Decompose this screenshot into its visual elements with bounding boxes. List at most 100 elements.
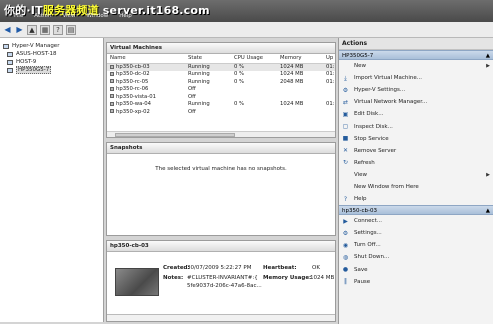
- help-icon[interactable]: ?: [53, 24, 63, 35]
- vm-row[interactable]: hp350-rc-05 Running 0 % 2048 MB 01:: [107, 78, 335, 86]
- action-item[interactable]: ✕ Remove Server: [339, 145, 493, 157]
- vm-name: hp350-wa-04: [116, 101, 151, 108]
- vm-row-selected[interactable]: hp350-cb-03 Running 0 % 1024 MB 01:: [107, 63, 335, 71]
- menu-file[interactable]: File: [14, 13, 23, 22]
- action-item[interactable]: ⤓ Import Virtual Machine...: [339, 72, 493, 84]
- collapse-icon[interactable]: ▲: [486, 51, 490, 59]
- tree-root[interactable]: Hyper-V Manager: [0, 42, 103, 50]
- pane-header: Virtual Machines: [107, 43, 335, 54]
- vm-name-cell: hp350-xp-02: [107, 108, 185, 116]
- center-panel: Virtual Machines Name State CPU Usage Me…: [106, 40, 336, 322]
- details-tabs-bar[interactable]: [107, 314, 335, 321]
- tree-host-item-selected[interactable]: HP350G5-7: [0, 66, 103, 74]
- action-item[interactable]: New ▶: [339, 60, 493, 72]
- vm-name: hp350-vista-01: [116, 93, 156, 100]
- vm-icon: [110, 86, 114, 91]
- action-item[interactable]: ⇄ Virtual Network Manager...: [339, 96, 493, 108]
- action-item[interactable]: ▣ Edit Disk...: [339, 108, 493, 120]
- action-item[interactable]: ▶ Connect...: [339, 215, 493, 227]
- host-action-list: New ▶ ⤓ Import Virtual Machine... ⚙ Hyper-V S…: [339, 60, 493, 205]
- action-label: New Window from Here: [354, 183, 419, 190]
- action-item[interactable]: ↻ Refresh: [339, 157, 493, 169]
- action-label: Shut Down...: [354, 254, 390, 261]
- vm-state: Running: [185, 63, 231, 71]
- host-section-label: HP350G5-7: [342, 53, 374, 59]
- menu-window[interactable]: Window: [87, 13, 109, 22]
- vm-name: hp350-cb-03: [116, 64, 150, 70]
- action-label: Save: [354, 266, 368, 273]
- vm-icon: [110, 64, 114, 69]
- settings-icon: ⚙: [342, 86, 349, 94]
- back-icon[interactable]: ◀: [3, 25, 12, 34]
- notes-line1: #CLUSTER-INVARIANT#:{: [187, 275, 258, 281]
- server-icon: [7, 59, 13, 65]
- scrollbar-thumb[interactable]: [115, 133, 235, 137]
- action-item[interactable]: ■ Stop Service: [339, 133, 493, 145]
- actions-pane: Actions HP350G5-7 ▲ New ▶ ⤓ Import Virtual …: [338, 38, 493, 324]
- action-item[interactable]: ◉ Turn Off...: [339, 239, 493, 251]
- column-header-name[interactable]: Name: [107, 54, 185, 64]
- connect-icon: ▶: [343, 217, 348, 225]
- vm-row[interactable]: hp350-rc-06 Off: [107, 86, 335, 94]
- server-icon: [7, 67, 13, 73]
- action-item[interactable]: ⚙ Hyper-V Settings...: [339, 84, 493, 96]
- menu-action[interactable]: Action: [34, 13, 51, 22]
- hyperv-manager-icon: [3, 43, 9, 49]
- tree-host-item[interactable]: ASUS-HOST-18: [0, 50, 103, 58]
- tree-host-label: ASUS-HOST-18: [16, 51, 57, 57]
- column-header-memory[interactable]: Memory: [277, 54, 323, 64]
- refresh-icon: ↻: [342, 159, 349, 167]
- server-icon: [7, 51, 13, 57]
- action-item[interactable]: ? Help: [339, 193, 493, 205]
- vm-name-cell: hp350-cb-03: [107, 63, 185, 71]
- column-header-uptime[interactable]: Up: [323, 54, 335, 64]
- action-item[interactable]: ● Save: [339, 264, 493, 276]
- horizontal-scrollbar[interactable]: [107, 131, 335, 137]
- vm-cpu: 0 %: [234, 101, 245, 108]
- action-pane-icon[interactable]: ▤: [66, 24, 76, 35]
- notes-label: Notes:: [163, 275, 184, 281]
- collapse-icon[interactable]: ▲: [486, 206, 490, 214]
- menu-help[interactable]: Help: [119, 13, 132, 22]
- vm-action-list: ▶ Connect... ⚙ Settings... ◉ Turn Off... ◍ Shut…: [339, 215, 493, 288]
- show-hide-tree-icon[interactable]: ▦: [40, 24, 50, 35]
- tree-host-item[interactable]: HOST-9: [0, 58, 103, 66]
- vm-row[interactable]: hp350-wa-04 Running 0 % 1024 MB 01:: [107, 101, 335, 109]
- memory-usage-label: Memory Usage:: [263, 275, 312, 281]
- up-level-icon[interactable]: ▲: [27, 24, 37, 35]
- action-item[interactable]: New Window from Here: [339, 181, 493, 193]
- column-header-cpu[interactable]: CPU Usage: [231, 54, 277, 64]
- vm-row[interactable]: hp350-dc-02 Running 0 % 1024 MB 01:: [107, 71, 335, 79]
- vm-icon: [110, 71, 114, 76]
- action-item[interactable]: ‖ Pause: [339, 276, 493, 288]
- vm-uptime: 01:: [326, 78, 335, 85]
- vm-uptime: 01:: [326, 101, 335, 108]
- action-label: Settings...: [354, 230, 382, 237]
- memory-usage-value: 1024 MB: [310, 275, 335, 281]
- import-icon: ⤓: [344, 74, 347, 82]
- action-label: Hyper-V Settings...: [354, 87, 406, 94]
- vm-row[interactable]: hp350-vista-01 Off: [107, 93, 335, 101]
- action-item[interactable]: ◍ Shut Down...: [339, 251, 493, 263]
- action-label: Inspect Disk...: [354, 123, 393, 130]
- column-header-state[interactable]: State: [185, 54, 231, 64]
- action-label: Help: [354, 196, 367, 203]
- toolbar: ◀ ▶ ▲ ▦ ? ▤: [0, 22, 493, 38]
- action-label: Stop Service: [354, 135, 389, 142]
- vm-memory: 1024 MB: [280, 101, 304, 108]
- vm-icon: [110, 101, 114, 106]
- vm-row[interactable]: hp350-xp-02 Off: [107, 108, 335, 116]
- actions-host-section[interactable]: HP350G5-7 ▲: [339, 50, 493, 60]
- power-icon: ◉: [342, 241, 349, 249]
- actions-vm-section[interactable]: hp350-cb-03 ▲: [339, 205, 493, 216]
- action-item[interactable]: ▢ Inspect Disk...: [339, 120, 493, 132]
- vm-cpu: [231, 93, 277, 101]
- forward-icon[interactable]: ▶: [15, 25, 24, 34]
- action-item[interactable]: ⚙ Settings...: [339, 227, 493, 239]
- action-item[interactable]: View ▶: [339, 169, 493, 181]
- heartbeat-label: Heartbeat:: [263, 265, 297, 271]
- action-label: Refresh: [354, 159, 375, 166]
- action-label: Pause: [354, 278, 371, 285]
- menu-view[interactable]: View: [62, 13, 75, 22]
